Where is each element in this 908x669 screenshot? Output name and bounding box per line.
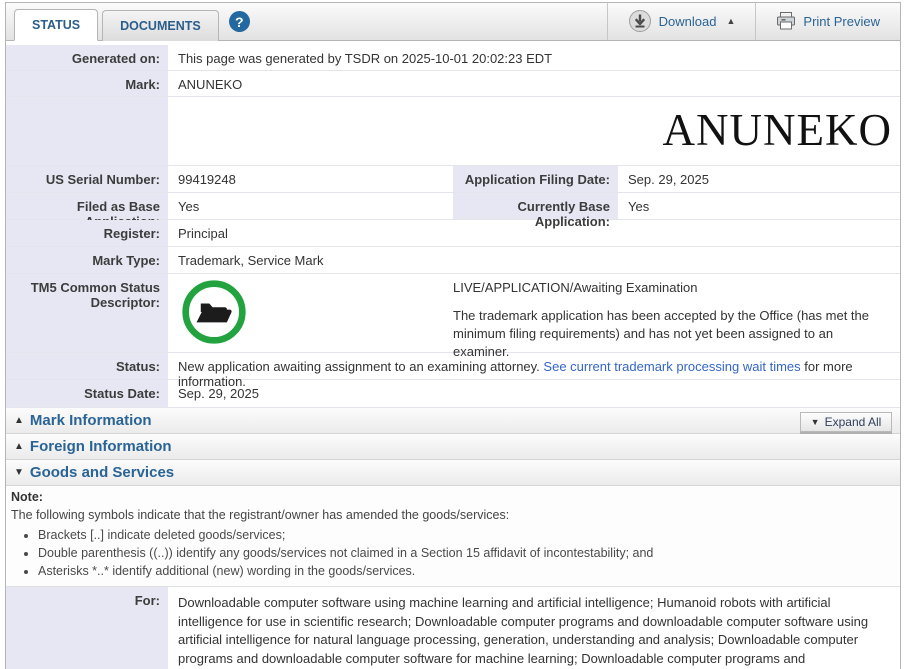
mark-image-label-spacer [6,97,168,165]
row-status-date: Status Date: Sep. 29, 2025 [6,380,900,408]
note-bullet: Asterisks *..* identify additional (new)… [38,562,892,580]
row-mark: Mark: ANUNEKO [6,71,900,97]
note-intro: The following symbols indicate that the … [11,508,510,522]
row-register: Register: Principal [6,220,900,247]
mark-label: Mark: [6,71,168,96]
status-date-value: Sep. 29, 2025 [178,386,259,401]
expand-all-label: Expand All [824,415,882,429]
expanded-triangle-icon: ▼ [14,467,24,478]
tsdr-window: STATUS DOCUMENTS ? Download ▲ Print Prev… [5,2,901,669]
section-mark-information[interactable]: ▲ Mark Information ▼ Expand All [6,408,900,434]
help-icon[interactable]: ? [228,11,250,32]
register-value: Principal [178,226,228,241]
printer-icon [777,12,796,30]
section-foreign-information-label: Foreign Information [29,438,172,455]
row-generated-on: Generated on: This page was generated by… [6,45,900,71]
row-goods-for: For: Downloadable computer software usin… [6,587,900,669]
section-foreign-information[interactable]: ▲ Foreign Information [6,434,900,460]
status-date-label: Status Date: [6,380,168,407]
mark-type-label: Mark Type: [6,247,168,273]
tm5-live-application-icon [182,280,246,344]
row-base-application: Filed as Base Application: Yes Currently… [6,193,900,229]
mark-type-value: Trademark, Service Mark [178,253,324,268]
tab-documents-label: DOCUMENTS [120,19,201,33]
tm5-label: TM5 Common Status Descriptor: [6,274,168,352]
for-value: Downloadable computer software using mac… [178,595,869,666]
currently-base-label: Currently Base Application: [453,193,618,229]
status-label: Status: [6,353,168,379]
download-icon [628,10,651,32]
filing-date-label: Application Filing Date: [453,166,618,192]
section-goods-and-services[interactable]: ▼ Goods and Services [6,460,900,486]
row-serial-filing: US Serial Number: 99419248 Application F… [6,166,900,193]
toolbar: STATUS DOCUMENTS ? Download ▲ Print Prev… [6,2,900,41]
tm5-status-value: LIVE/APPLICATION/Awaiting Examination [453,280,698,295]
note-bullet: Brackets [..] indicate deleted goods/ser… [38,526,892,544]
status-text-pre: New application awaiting assignment to a… [178,359,544,374]
print-preview-label: Print Preview [803,13,880,29]
tm5-text-zone: LIVE/APPLICATION/Awaiting Examination Th… [453,274,900,359]
expand-all-triangle-icon: ▼ [810,417,820,427]
us-serial-label: US Serial Number: [6,166,168,192]
tab-status[interactable]: STATUS [14,9,99,41]
download-button[interactable]: Download ▲ [606,2,756,40]
row-mark-image: ANUNEKO [6,97,900,166]
generated-on-value: This page was generated by TSDR on 2025-… [178,51,553,66]
filing-date-value: Sep. 29, 2025 [628,172,709,187]
register-label: Register: [6,220,168,246]
processing-wait-times-link[interactable]: See current trademark processing wait ti… [543,359,800,374]
download-caret-icon: ▲ [726,16,736,26]
status-value: New application awaiting assignment to a… [168,353,900,389]
tab-documents[interactable]: DOCUMENTS [102,10,219,41]
currently-base-value: Yes [628,199,650,214]
row-tm5-status: TM5 Common Status Descriptor: LIVE/APPLI… [6,274,900,359]
tab-status-label: STATUS [32,18,81,32]
row-mark-type: Mark Type: Trademark, Service Mark [6,247,900,274]
row-status: Status: New application awaiting assignm… [6,353,900,389]
note-bullet: Double parenthesis ((..)) identify any g… [38,544,892,562]
tm5-icon-zone [168,274,453,352]
goods-services-note: Note: The following symbols indicate tha… [6,486,900,587]
note-title: Note: [11,490,43,504]
note-bullet-list: Brackets [..] indicate deleted goods/ser… [38,526,892,580]
download-label: Download [658,13,717,29]
section-goods-and-services-label: Goods and Services [29,464,175,481]
us-serial-value: 99419248 [178,172,236,187]
filed-base-value: Yes [178,199,200,214]
collapsed-triangle-icon: ▲ [14,415,24,426]
generated-on-label: Generated on: [6,45,168,70]
print-preview-button[interactable]: Print Preview [755,2,900,40]
collapsed-triangle-icon: ▲ [14,441,24,452]
expand-all-button[interactable]: ▼ Expand All [800,412,892,432]
for-label: For: [6,587,168,669]
section-mark-information-label: Mark Information [29,412,152,429]
toolbar-right: Download ▲ Print Preview [606,2,900,40]
status-content: Generated on: This page was generated by… [6,41,900,669]
mark-value: ANUNEKO [178,77,243,92]
mark-image: ANUNEKO [662,105,892,155]
filed-base-label: Filed as Base Application: [6,193,168,229]
